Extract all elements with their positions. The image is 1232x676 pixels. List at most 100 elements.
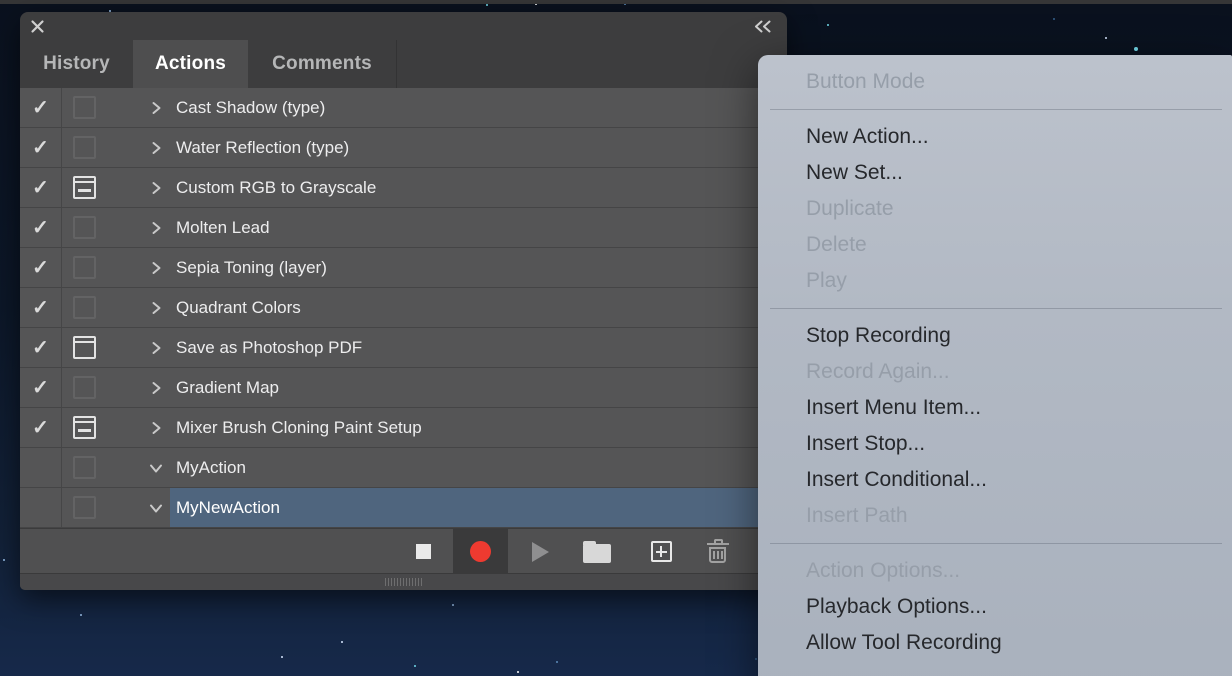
action-name: Mixer Brush Cloning Paint Setup [176, 418, 422, 438]
delete-button[interactable] [700, 529, 736, 574]
include-toggle[interactable]: ✓ [20, 408, 62, 447]
dialog-toggle[interactable] [62, 328, 106, 367]
expand-chevron-icon[interactable] [148, 500, 163, 515]
menu-item: Action Options... [758, 553, 1232, 589]
expand-chevron-icon[interactable] [148, 180, 163, 195]
actions-panel: History Actions Comments ✓ Cast Shadow (… [20, 12, 787, 590]
menu-item[interactable]: New Set... [758, 155, 1232, 191]
menu-item: Play [758, 263, 1232, 299]
collapse-panel-icon[interactable] [753, 20, 773, 33]
expand-chevron-icon[interactable] [148, 140, 163, 155]
action-name: Save as Photoshop PDF [176, 338, 362, 358]
include-toggle[interactable]: ✓ [20, 328, 62, 367]
include-toggle[interactable]: ✓ [20, 208, 62, 247]
expand-chevron-icon[interactable] [148, 100, 163, 115]
create-new-action-button[interactable] [643, 529, 679, 574]
dialog-toggle[interactable] [62, 248, 106, 287]
dialog-toggle[interactable] [62, 408, 106, 447]
record-icon [470, 541, 491, 562]
menu-item[interactable]: Stop Recording [758, 318, 1232, 354]
expand-chevron-icon[interactable] [148, 340, 163, 355]
include-toggle[interactable]: ✓ [20, 88, 62, 127]
menu-item: Duplicate [758, 191, 1232, 227]
action-row[interactable]: ✓ MyAction [20, 448, 787, 488]
include-toggle[interactable]: ✓ [20, 448, 62, 487]
action-main-cell: Custom RGB to Grayscale [106, 168, 787, 207]
tab-comments-label: Comments [272, 53, 372, 75]
menu-item[interactable]: Playback Options... [758, 589, 1232, 625]
menu-item[interactable]: Allow Tool Recording [758, 625, 1232, 661]
expand-chevron-icon[interactable] [148, 220, 163, 235]
include-toggle[interactable]: ✓ [20, 248, 62, 287]
dialog-toggle[interactable] [62, 208, 106, 247]
stop-button[interactable] [405, 529, 441, 574]
menu-item[interactable]: Insert Stop... [758, 426, 1232, 462]
expand-chevron-icon[interactable] [148, 260, 163, 275]
menu-item-label: Play [806, 269, 847, 293]
play-button[interactable] [522, 529, 558, 574]
dialog-toggle-icon [73, 136, 96, 159]
action-label-area[interactable]: Mixer Brush Cloning Paint Setup [170, 408, 787, 447]
dialog-toggle[interactable] [62, 88, 106, 127]
menu-item[interactable]: New Action... [758, 119, 1232, 155]
action-name: MyAction [176, 458, 246, 478]
include-toggle[interactable]: ✓ [20, 168, 62, 207]
action-row[interactable]: ✓ Quadrant Colors [20, 288, 787, 328]
menu-item[interactable]: Insert Conditional... [758, 462, 1232, 498]
action-row[interactable]: ✓ Mixer Brush Cloning Paint Setup [20, 408, 787, 448]
include-toggle[interactable]: ✓ [20, 368, 62, 407]
dialog-toggle[interactable] [62, 448, 106, 487]
close-icon[interactable] [30, 19, 45, 34]
stop-icon [416, 544, 431, 559]
action-main-cell: Sepia Toning (layer) [106, 248, 787, 287]
new-set-button[interactable] [579, 529, 615, 574]
action-label-area[interactable]: Molten Lead [170, 208, 787, 247]
dialog-toggle[interactable] [62, 368, 106, 407]
menu-item[interactable]: Insert Menu Item... [758, 390, 1232, 426]
menu-item-label: Insert Path [806, 504, 908, 528]
dialog-toggle[interactable] [62, 288, 106, 327]
action-label-area[interactable]: Save as Photoshop PDF [170, 328, 787, 367]
action-row[interactable]: ✓ Cast Shadow (type) [20, 88, 787, 128]
tab-actions[interactable]: Actions [133, 40, 248, 88]
top-window-strip [0, 0, 1232, 4]
action-label-area[interactable]: Water Reflection (type) [170, 128, 787, 167]
action-row[interactable]: ✓ Sepia Toning (layer) [20, 248, 787, 288]
tab-history[interactable]: History [20, 40, 133, 88]
menu-item: Button Mode [758, 64, 1232, 100]
dialog-toggle[interactable] [62, 488, 106, 527]
include-toggle[interactable]: ✓ [20, 288, 62, 327]
expand-chevron-icon[interactable] [148, 460, 163, 475]
dialog-toggle[interactable] [62, 128, 106, 167]
action-row[interactable]: ✓ MyNewAction [20, 488, 787, 528]
action-label-area[interactable]: MyAction [170, 448, 787, 487]
action-name: MyNewAction [176, 498, 280, 518]
include-toggle[interactable]: ✓ [20, 128, 62, 167]
action-label-area[interactable]: Quadrant Colors [170, 288, 787, 327]
expand-chevron-icon[interactable] [148, 300, 163, 315]
resize-grip[interactable] [385, 578, 423, 586]
record-button[interactable] [453, 529, 508, 574]
action-label-area[interactable]: Cast Shadow (type) [170, 88, 787, 127]
action-row[interactable]: ✓ Gradient Map [20, 368, 787, 408]
action-main-cell: Gradient Map [106, 368, 787, 407]
expand-chevron-icon[interactable] [148, 380, 163, 395]
menu-separator [770, 543, 1222, 544]
expand-chevron-icon[interactable] [148, 420, 163, 435]
action-label-area[interactable]: Custom RGB to Grayscale [170, 168, 787, 207]
tab-comments[interactable]: Comments [248, 40, 397, 88]
action-label-area[interactable]: Gradient Map [170, 368, 787, 407]
checkmark-icon: ✓ [32, 418, 49, 438]
action-label-area[interactable]: Sepia Toning (layer) [170, 248, 787, 287]
new-set-folder-icon [583, 544, 611, 563]
action-main-cell: MyAction [106, 448, 787, 487]
action-row[interactable]: ✓ Water Reflection (type) [20, 128, 787, 168]
action-row[interactable]: ✓ Custom RGB to Grayscale [20, 168, 787, 208]
menu-item-label: Button Mode [806, 70, 925, 94]
action-row[interactable]: ✓ Molten Lead [20, 208, 787, 248]
dialog-toggle[interactable] [62, 168, 106, 207]
action-name: Cast Shadow (type) [176, 98, 325, 118]
include-toggle[interactable]: ✓ [20, 488, 62, 527]
action-row[interactable]: ✓ Save as Photoshop PDF [20, 328, 787, 368]
action-label-area[interactable]: MyNewAction [170, 488, 787, 527]
